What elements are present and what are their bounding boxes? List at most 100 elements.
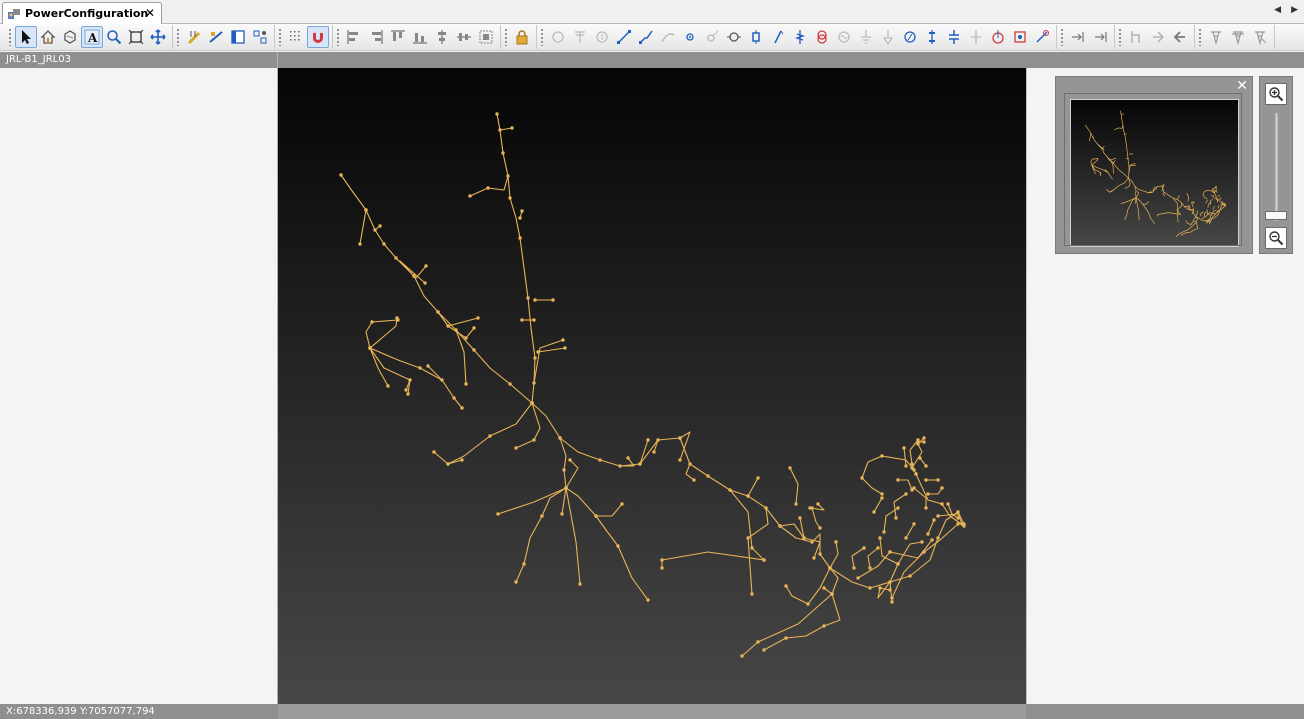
tower-a-button[interactable] xyxy=(1205,26,1227,48)
network-node[interactable] xyxy=(652,450,656,454)
network-node[interactable] xyxy=(532,381,536,385)
load-button[interactable] xyxy=(877,26,899,48)
network-node[interactable] xyxy=(578,582,582,586)
pan-select-button[interactable] xyxy=(59,26,81,48)
toolbar-grip[interactable] xyxy=(176,28,180,46)
network-node[interactable] xyxy=(464,382,468,386)
feeder-line[interactable] xyxy=(1142,201,1149,205)
feeder-line[interactable] xyxy=(1217,197,1222,200)
network-node[interactable] xyxy=(638,462,642,466)
feeder-line[interactable] xyxy=(877,581,891,599)
network-node[interactable] xyxy=(762,648,766,652)
feeder-line[interactable] xyxy=(679,431,691,461)
network-node[interactable] xyxy=(561,338,565,342)
feeder-line[interactable] xyxy=(1215,190,1218,193)
network-node[interactable] xyxy=(956,516,960,520)
network-node[interactable] xyxy=(960,522,964,526)
network-node[interactable] xyxy=(426,364,430,368)
network-node[interactable] xyxy=(440,378,444,382)
network-node[interactable] xyxy=(563,346,567,350)
network-node[interactable] xyxy=(436,310,440,314)
feeder-line[interactable] xyxy=(851,547,865,569)
network-node[interactable] xyxy=(620,502,624,506)
feeder-line[interactable] xyxy=(1175,222,1197,238)
network-node[interactable] xyxy=(510,126,514,130)
feeder-line[interactable] xyxy=(639,439,649,465)
network-node[interactable] xyxy=(660,566,664,570)
network-node[interactable] xyxy=(382,242,386,246)
tab-scroll-left-icon[interactable]: ◀ xyxy=(1274,5,1281,15)
feeder-line[interactable] xyxy=(1091,164,1102,176)
network-node[interactable] xyxy=(396,318,400,322)
source-button[interactable] xyxy=(987,26,1009,48)
feeder-line[interactable] xyxy=(1135,197,1155,225)
network-node[interactable] xyxy=(890,596,894,600)
target-node-button[interactable] xyxy=(723,26,745,48)
align-top-button[interactable] xyxy=(387,26,409,48)
network-node[interactable] xyxy=(932,518,936,522)
node-disabled-button[interactable] xyxy=(591,26,613,48)
feeder-line[interactable] xyxy=(1114,125,1124,131)
network-node[interactable] xyxy=(908,574,912,578)
network-node[interactable] xyxy=(940,486,944,490)
close-icon[interactable]: ✕ xyxy=(145,6,155,20)
network-node[interactable] xyxy=(896,506,900,510)
zoom-in-button[interactable] xyxy=(1265,83,1287,105)
network-node[interactable] xyxy=(926,492,930,496)
network-node[interactable] xyxy=(506,174,510,178)
network-node[interactable] xyxy=(956,522,960,526)
feeder-line[interactable] xyxy=(531,402,831,569)
select-button[interactable] xyxy=(15,26,37,48)
network-node[interactable] xyxy=(778,524,782,528)
network-node[interactable] xyxy=(514,446,518,450)
feeder-line[interactable] xyxy=(811,507,821,529)
feeder-line[interactable] xyxy=(1106,177,1129,193)
feeder-line[interactable] xyxy=(1185,216,1197,226)
network-node[interactable] xyxy=(890,600,894,604)
network-node[interactable] xyxy=(812,556,816,560)
feeder-line[interactable] xyxy=(1186,192,1189,202)
network-node[interactable] xyxy=(424,264,428,268)
point-node-button[interactable] xyxy=(679,26,701,48)
reactor-button[interactable] xyxy=(921,26,943,48)
feeder-line[interactable] xyxy=(596,503,623,517)
network-node[interactable] xyxy=(922,550,926,554)
network-node[interactable] xyxy=(936,478,940,482)
network-node[interactable] xyxy=(756,476,760,480)
network-node[interactable] xyxy=(558,436,562,440)
feeder-line[interactable] xyxy=(1092,136,1095,138)
network-node[interactable] xyxy=(533,356,537,360)
feeder-line[interactable] xyxy=(559,437,567,515)
network-node[interactable] xyxy=(560,512,564,516)
network-node[interactable] xyxy=(464,336,468,340)
resistor-button[interactable] xyxy=(965,26,987,48)
network-node[interactable] xyxy=(914,472,918,476)
align-left-button[interactable] xyxy=(343,26,365,48)
feeder-line[interactable] xyxy=(1201,212,1210,219)
network-node[interactable] xyxy=(816,502,820,506)
feeder-line[interactable] xyxy=(1200,211,1204,217)
feeder-line[interactable] xyxy=(1128,162,1136,174)
network-node[interactable] xyxy=(910,488,914,492)
network-node[interactable] xyxy=(618,464,622,468)
feeder-line[interactable] xyxy=(1084,124,1129,179)
network-node[interactable] xyxy=(476,316,480,320)
feeder-line[interactable] xyxy=(1209,198,1214,205)
network-node[interactable] xyxy=(508,382,512,386)
network-node[interactable] xyxy=(378,224,382,228)
breaker-button[interactable] xyxy=(767,26,789,48)
branch-c-button[interactable] xyxy=(1169,26,1191,48)
network-node[interactable] xyxy=(830,592,834,596)
magnet-button[interactable] xyxy=(307,26,329,48)
zoom-slider-track[interactable] xyxy=(1275,113,1278,221)
properties-button[interactable] xyxy=(227,26,249,48)
network-node[interactable] xyxy=(526,296,530,300)
feeder-line[interactable] xyxy=(1191,202,1194,208)
network-node[interactable] xyxy=(432,450,436,454)
align-center-button[interactable] xyxy=(453,26,475,48)
network-node[interactable] xyxy=(922,436,926,440)
network-node[interactable] xyxy=(626,456,630,460)
network-node[interactable] xyxy=(806,602,810,606)
network-node[interactable] xyxy=(860,476,864,480)
toolbar-grip[interactable] xyxy=(504,28,508,46)
